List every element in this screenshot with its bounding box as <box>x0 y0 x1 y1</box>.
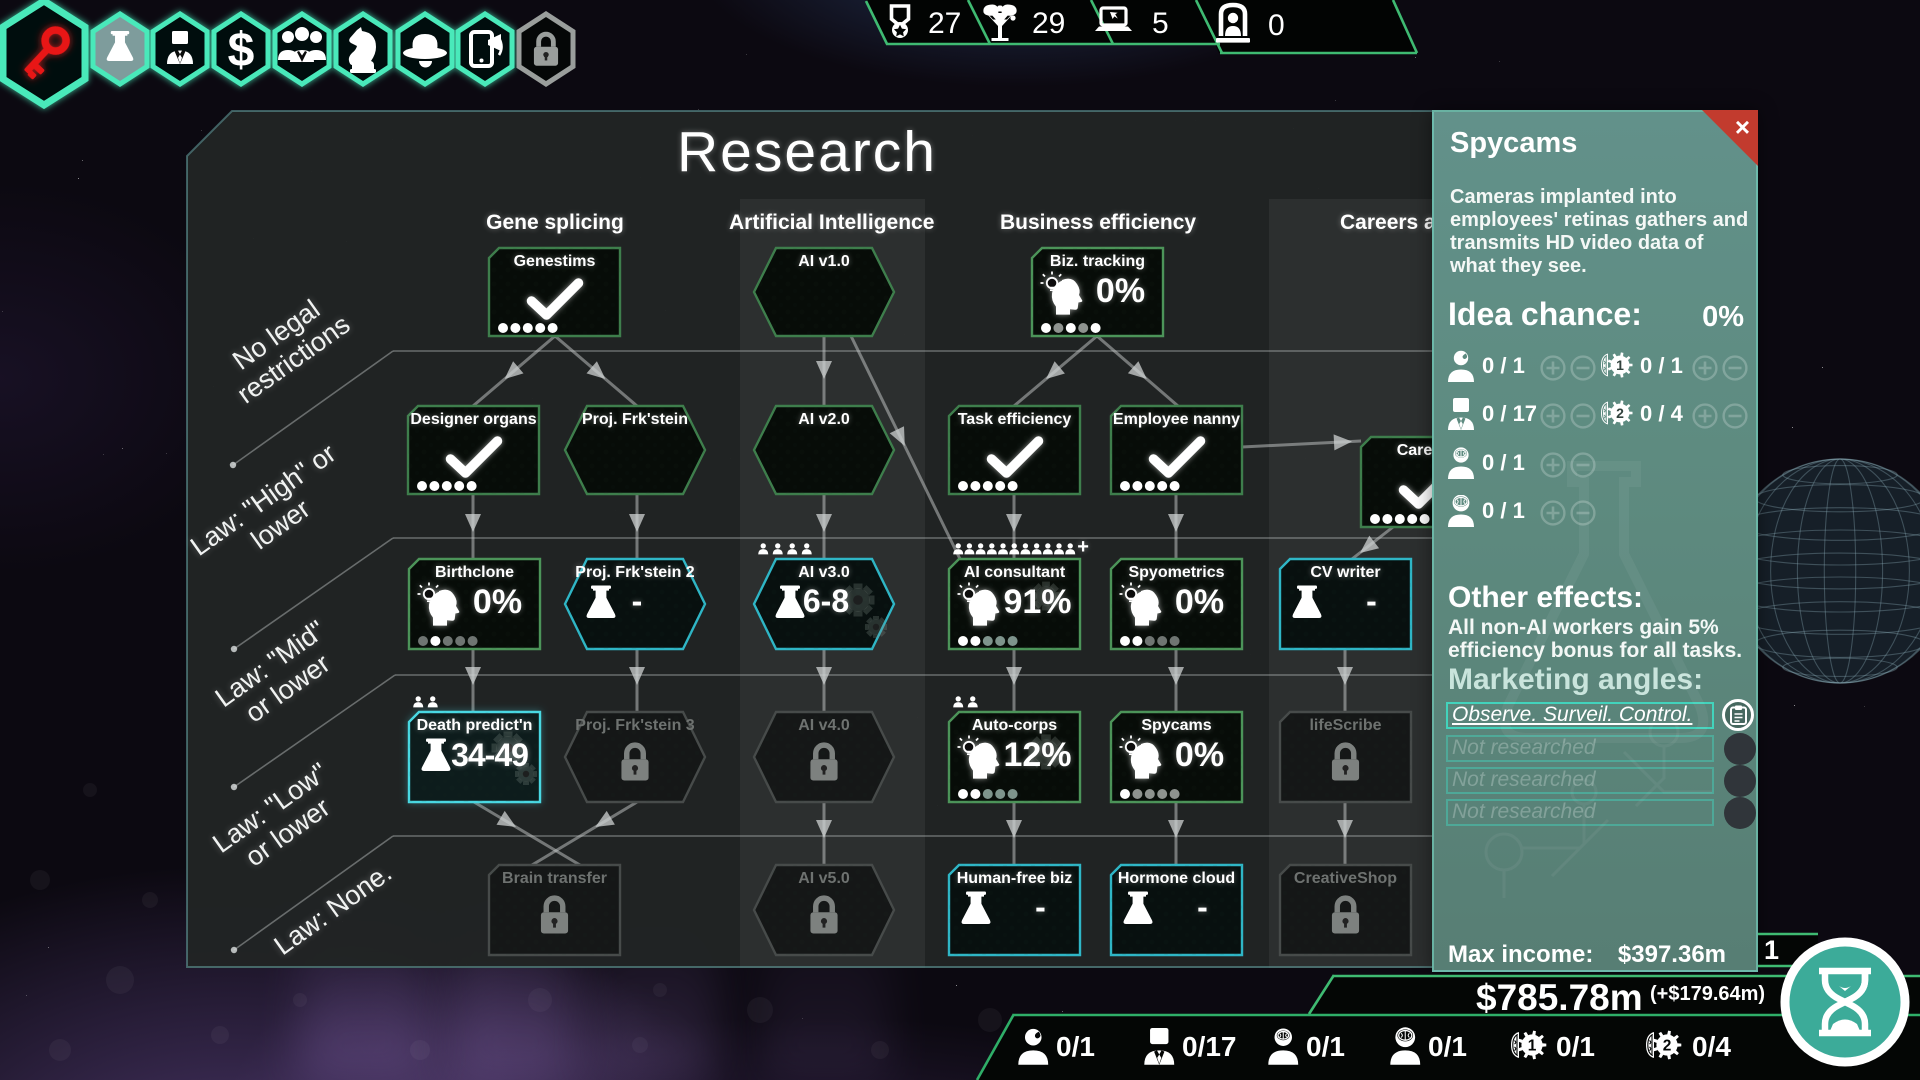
svg-text:1: 1 <box>1528 1038 1537 1055</box>
svg-text:2: 2 <box>1663 1038 1672 1055</box>
